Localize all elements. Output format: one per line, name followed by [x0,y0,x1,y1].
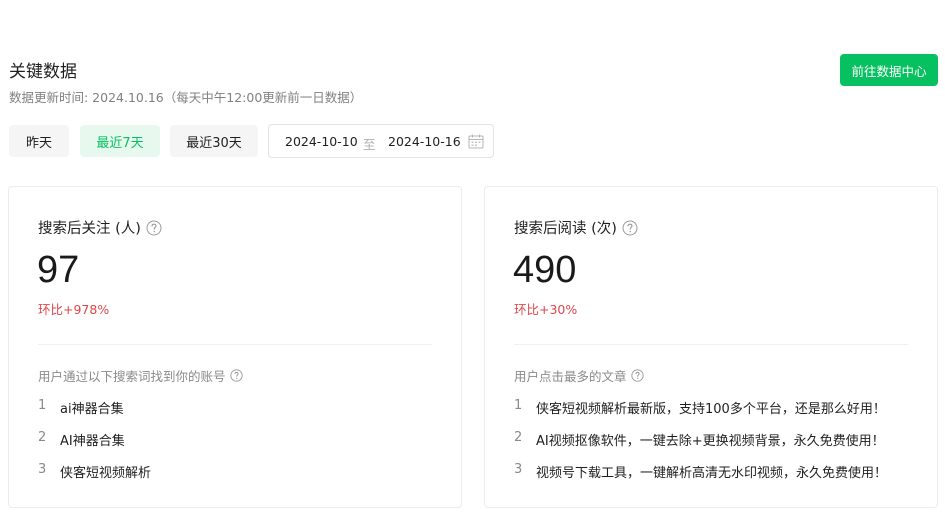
help-icon[interactable] [622,220,638,236]
follow-after-search-card: 搜索后关注 (人) 97 环比+978% 用户通过以下搜索词找到你的账号 1 a… [8,186,462,508]
read-after-search-card: 搜索后阅读 (次) 490 环比+30% 用户点击最多的文章 1 侠客短视频解析… [484,186,938,508]
list-item-text: 侠客短视频解析 [60,466,152,481]
list-item-index: 3 [38,462,47,477]
list-item-text: 视频号下载工具，一键解析高清无水印视频，永久免费使用！ [536,466,888,481]
list-item[interactable]: 2 AI神器合集 [38,430,151,462]
list-item-index: 1 [514,398,523,413]
help-icon[interactable] [630,369,644,382]
page-title: 关键数据 [9,62,77,82]
range-yesterday-button[interactable]: 昨天 [9,125,69,157]
list-item[interactable]: 3 侠客短视频解析 [38,462,151,494]
divider [514,344,908,345]
date-start[interactable]: 2024-10-10 [285,134,358,149]
help-icon[interactable] [146,220,162,236]
list-item[interactable]: 1 侠客短视频解析最新版，支持100多个平台，还是那么好用！ [514,398,887,430]
card-title-text: 搜索后阅读 (次) [514,221,617,237]
date-range-picker[interactable]: 2024-10-10 至 2024-10-16 [268,124,494,158]
card-title: 搜索后关注 (人) [38,217,162,238]
range-last7-button[interactable]: 最近7天 [80,125,160,157]
card-title-text: 搜索后关注 (人) [38,221,141,237]
list-item-text: AI视频抠像软件，一键去除+更换视频背景，永久免费使用！ [536,434,885,449]
list-item-text: AI神器合集 [60,434,125,449]
list-item[interactable]: 3 视频号下载工具，一键解析高清无水印视频，永久免费使用！ [514,462,887,494]
card-title: 搜索后阅读 (次) [514,217,638,238]
metric-value: 97 [37,249,80,291]
metric-change: 环比+30% [514,302,578,317]
help-icon[interactable] [229,369,243,382]
date-end[interactable]: 2024-10-16 [388,134,461,149]
list-title: 用户点击最多的文章 [514,366,644,385]
range-last30-button[interactable]: 最近30天 [170,125,258,157]
list-item-text: 侠客短视频解析最新版，支持100多个平台，还是那么好用！ [536,402,886,417]
list-title-text: 用户点击最多的文章 [514,369,627,384]
list-item[interactable]: 2 AI视频抠像软件，一键去除+更换视频背景，永久免费使用！ [514,430,887,462]
divider [38,344,432,345]
metric-value: 490 [513,249,577,291]
go-data-center-button[interactable]: 前往数据中心 [840,54,938,86]
list-item-index: 2 [38,430,47,445]
key-data-page: 关键数据 数据更新时间: 2024.10.16（每天中午12:00更新前一日数据… [0,0,945,530]
top-article-list: 1 侠客短视频解析最新版，支持100多个平台，还是那么好用！ 2 AI视频抠像软… [514,398,887,494]
list-item[interactable]: 1 ai神器合集 [38,398,151,430]
list-title: 用户通过以下搜索词找到你的账号 [38,366,243,385]
search-term-list: 1 ai神器合集 2 AI神器合集 3 侠客短视频解析 [38,398,151,494]
date-separator: 至 [363,137,376,152]
list-item-text: ai神器合集 [60,402,124,417]
calendar-icon[interactable] [468,134,484,149]
list-item-index: 1 [38,398,47,413]
metric-change: 环比+978% [38,302,110,317]
list-item-index: 3 [514,462,523,477]
list-item-index: 2 [514,430,523,445]
list-title-text: 用户通过以下搜索词找到你的账号 [38,369,226,384]
update-time-text: 数据更新时间: 2024.10.16（每天中午12:00更新前一日数据） [9,90,363,105]
